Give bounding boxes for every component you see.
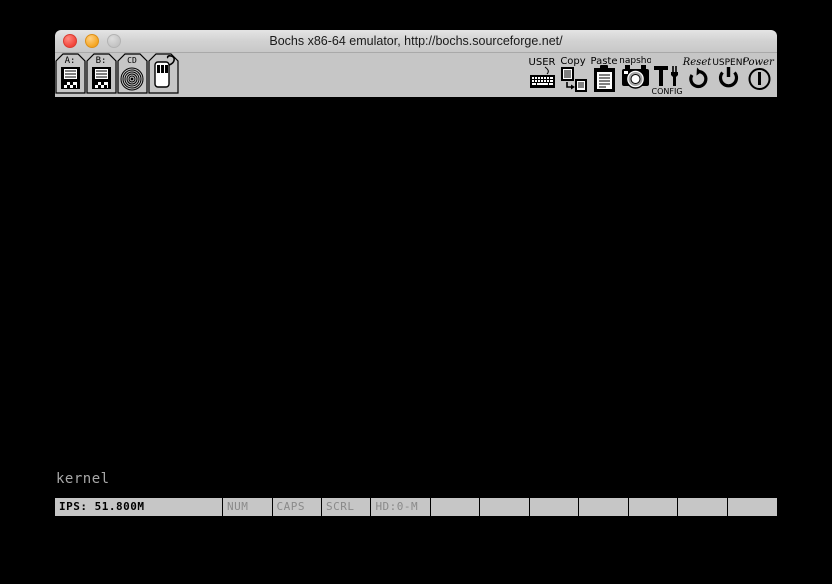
cdrom-icon: CD	[117, 53, 148, 94]
toolbar-button-user[interactable]: USER	[527, 53, 558, 97]
close-window-icon[interactable]	[63, 34, 77, 48]
svg-text:A:: A:	[65, 56, 76, 66]
status-indicator-hd: HD:0-M	[371, 498, 431, 516]
toolbar-left-group: A: B: CD	[55, 53, 179, 97]
maximize-window-icon	[107, 34, 121, 48]
copy-icon: Copy	[560, 56, 587, 92]
status-indicator-caps: CAPS	[273, 498, 322, 516]
bochs-toolbar: A: B: CD USER Copy Paste napsho CONFIG R…	[55, 53, 777, 97]
svg-text:Power: Power	[744, 57, 775, 68]
toolbar-button-cdrom[interactable]: CD	[117, 53, 148, 97]
svg-text:CONFIG: CONFIG	[651, 87, 682, 96]
status-blank-cell	[579, 498, 629, 516]
mouse-icon	[148, 53, 179, 94]
status-blank-cell	[431, 498, 481, 516]
toolbar-button-floppy-a[interactable]: A:	[55, 53, 86, 97]
power-icon: Power	[744, 57, 775, 90]
toolbar-button-copy[interactable]: Copy	[558, 53, 589, 97]
toolbar-button-snapshot[interactable]: snapshot	[620, 53, 651, 97]
svg-text:CD: CD	[127, 56, 137, 65]
status-blank-cell	[480, 498, 530, 516]
window-title: Bochs x86-64 emulator, http://bochs.sour…	[269, 34, 563, 48]
toolbar-right-group: USER Copy Paste napsho CONFIG Reset USPE…	[527, 53, 775, 97]
toolbar-button-reset[interactable]: Reset	[682, 53, 713, 97]
status-ips: IPS: 51.800M	[55, 498, 224, 516]
status-blank-cell	[530, 498, 580, 516]
minimize-window-icon[interactable]	[85, 34, 99, 48]
svg-text:Copy: Copy	[560, 56, 585, 67]
reset-arrow-icon: Reset	[682, 57, 712, 89]
tools-icon: CONFIG	[651, 66, 682, 96]
status-blank-cell	[629, 498, 679, 516]
toolbar-button-paste[interactable]: Paste	[589, 53, 620, 97]
power-standby-icon: SUSPEND	[713, 58, 744, 88]
bochs-window: Bochs x86-64 emulator, http://bochs.sour…	[55, 30, 777, 516]
toolbar-button-mouse[interactable]	[148, 53, 179, 97]
clipboard-icon: Paste	[591, 56, 618, 92]
toolbar-button-floppy-b[interactable]: B:	[86, 53, 117, 97]
screen-root: Bochs x86-64 emulator, http://bochs.sour…	[0, 0, 832, 584]
floppy-a-icon: A:	[55, 53, 86, 94]
camera-icon: snapshot	[620, 56, 651, 89]
svg-text:Reset: Reset	[682, 57, 712, 68]
status-blank-cell	[728, 498, 777, 516]
svg-text:USER: USER	[529, 57, 556, 68]
floppy-b-icon: B:	[86, 53, 117, 94]
console-line: kernel	[56, 471, 110, 487]
status-indicator-num: NUM	[223, 498, 273, 516]
toolbar-button-power[interactable]: Power	[744, 53, 775, 97]
bochs-statusbar: IPS: 51.800M NUM CAPS SCRL HD:0-M	[55, 497, 777, 516]
toolbar-button-suspend[interactable]: SUSPEND	[713, 53, 744, 97]
svg-text:snapshot: snapshot	[620, 56, 651, 66]
window-controls	[55, 34, 121, 48]
toolbar-button-config[interactable]: CONFIG	[651, 53, 682, 97]
keyboard-icon: USER	[529, 57, 556, 88]
vga-display[interactable]: 1 MBA kernel 13 I am kernel! 7 7C00_	[55, 97, 777, 497]
console-output: kernel 13 I am kernel! 7 7C00_	[56, 439, 163, 497]
window-titlebar[interactable]: Bochs x86-64 emulator, http://bochs.sour…	[55, 30, 777, 53]
svg-text:SUSPEND: SUSPEND	[713, 58, 744, 68]
svg-text:B:: B:	[96, 56, 107, 66]
status-indicator-scrl: SCRL	[322, 498, 372, 516]
status-blank-cell	[678, 498, 728, 516]
